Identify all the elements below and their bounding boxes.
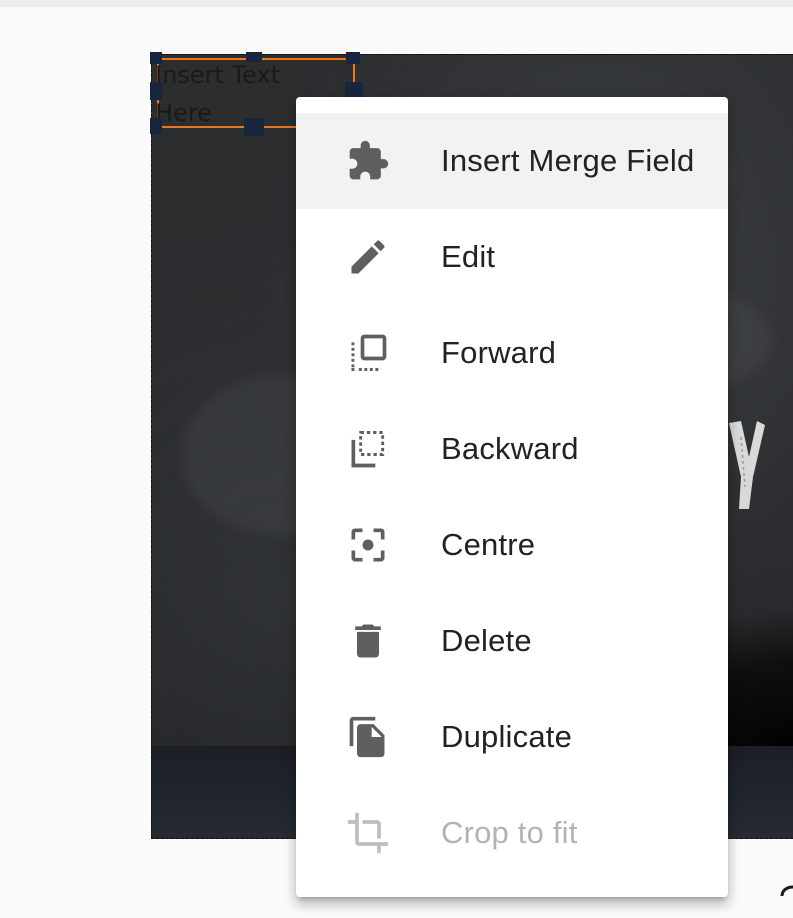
menu-item-centre[interactable]: Centre	[296, 497, 728, 593]
resize-handle-middle-right[interactable]	[345, 82, 363, 97]
context-menu: Insert Merge Field Edit Forward Backward	[296, 97, 728, 897]
menu-item-label: Backward	[441, 431, 579, 466]
pencil-icon	[346, 235, 390, 279]
menu-item-label: Insert Merge Field	[441, 143, 695, 178]
bring-forward-icon	[346, 331, 390, 375]
resize-handle-top-left[interactable]	[150, 52, 162, 64]
menu-item-forward[interactable]: Forward	[296, 305, 728, 401]
resize-handle-bottom-left[interactable]	[150, 118, 162, 134]
puzzle-icon	[346, 139, 390, 183]
resize-handle-middle-left[interactable]	[150, 82, 162, 100]
trash-icon	[346, 619, 390, 663]
menu-item-edit[interactable]: Edit	[296, 209, 728, 305]
resize-handle-top-center[interactable]	[246, 52, 262, 62]
menu-item-duplicate[interactable]: Duplicate	[296, 689, 728, 785]
menu-item-label: Edit	[441, 239, 496, 274]
resize-handle-top-right[interactable]	[346, 52, 360, 64]
menu-item-backward[interactable]: Backward	[296, 401, 728, 497]
resize-handle-bottom-center[interactable]	[244, 118, 264, 136]
menu-item-insert-merge-field[interactable]: Insert Merge Field	[296, 113, 728, 209]
duplicate-icon	[346, 715, 390, 759]
send-backward-icon	[346, 427, 390, 471]
crop-icon	[346, 811, 390, 855]
center-focus-icon	[346, 523, 390, 567]
menu-item-label: Duplicate	[441, 719, 573, 754]
menu-item-delete[interactable]: Delete	[296, 593, 728, 689]
menu-item-crop-to-fit: Crop to fit	[296, 785, 728, 881]
menu-item-label: Crop to fit	[441, 815, 578, 850]
menu-item-label: Forward	[441, 335, 557, 370]
top-toolbar-strip	[0, 0, 793, 7]
help-icon-partial	[780, 885, 793, 897]
menu-item-label: Delete	[441, 623, 532, 658]
chalk-letter-graphic	[729, 421, 765, 509]
menu-item-label: Centre	[441, 527, 536, 562]
